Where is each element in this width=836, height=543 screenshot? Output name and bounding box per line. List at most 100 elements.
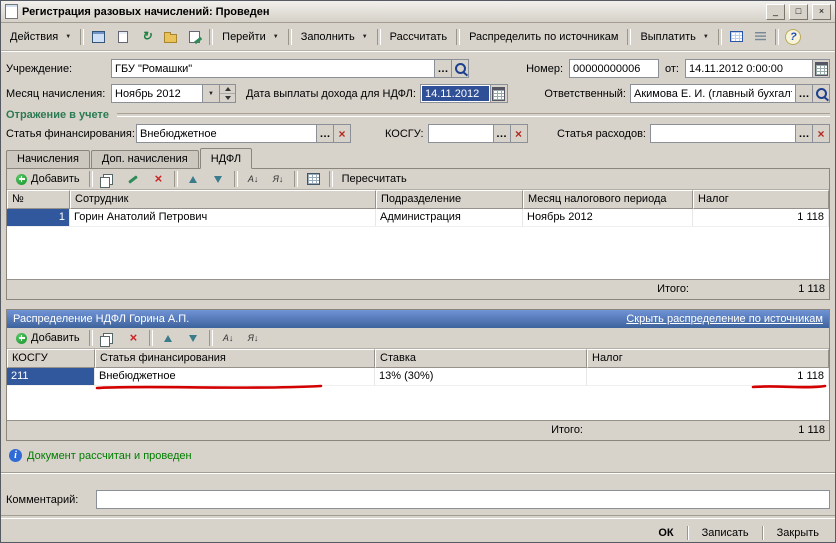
- actions-menu-button[interactable]: Действия: [4, 28, 77, 46]
- cell-department[interactable]: Администрация: [376, 209, 523, 227]
- close-button[interactable]: ×: [812, 3, 831, 20]
- payment-table-button[interactable]: [725, 27, 748, 47]
- cell-row-number[interactable]: 1: [7, 209, 70, 227]
- pay-label: Выплатить: [640, 30, 696, 43]
- dist-sort-asc-button[interactable]: [217, 328, 240, 348]
- expense-input[interactable]: [651, 125, 795, 142]
- ndfl-date-calendar-button[interactable]: [489, 85, 507, 102]
- move-up-button[interactable]: [182, 169, 205, 189]
- dist-sort-desc-button[interactable]: [242, 328, 265, 348]
- financing-select-button[interactable]: [316, 125, 333, 142]
- edit-row-button[interactable]: [122, 169, 145, 189]
- open-form-button[interactable]: [87, 27, 110, 47]
- copy-row-button[interactable]: [97, 169, 120, 189]
- separator: [208, 330, 213, 346]
- cell-employee[interactable]: Горин Анатолий Петрович: [70, 209, 376, 227]
- cell-tax[interactable]: 1 118: [693, 209, 829, 227]
- kosgu-select-button[interactable]: [492, 125, 510, 142]
- institution-select-button[interactable]: [434, 60, 451, 77]
- number-input[interactable]: [570, 60, 659, 77]
- help-button[interactable]: [782, 27, 805, 47]
- institution-label: Учреждение:: [6, 62, 73, 75]
- cell-period[interactable]: Ноябрь 2012: [523, 209, 693, 227]
- ok-button[interactable]: ОК: [648, 524, 683, 542]
- separator: [173, 171, 178, 187]
- distribution-header: Распределение НДФЛ Горина А.П. Скрыть ра…: [7, 310, 829, 328]
- cell-kosgu[interactable]: 211: [7, 368, 95, 386]
- empty-rows-area: [7, 227, 829, 279]
- separator: [287, 28, 292, 45]
- kosgu-input[interactable]: [428, 125, 493, 142]
- date-input[interactable]: [686, 60, 812, 77]
- month-spinner[interactable]: [219, 85, 235, 102]
- sort-asc-button[interactable]: [242, 169, 265, 189]
- dist-copy-row-button[interactable]: [97, 328, 120, 348]
- responsible-select-button[interactable]: [795, 85, 812, 102]
- responsible-field[interactable]: [630, 84, 830, 103]
- structure-button[interactable]: [159, 27, 182, 47]
- expense-select-button[interactable]: [795, 125, 812, 142]
- comment-input[interactable]: [97, 491, 829, 508]
- expense-clear-button[interactable]: [812, 125, 829, 142]
- date-field[interactable]: [685, 59, 830, 78]
- financing-clear-button[interactable]: [333, 125, 350, 142]
- move-down-icon: [214, 175, 223, 183]
- distribute-button[interactable]: Распределить по источникам: [463, 28, 624, 46]
- add-row-button[interactable]: Добавить: [11, 171, 85, 187]
- sort-desc-button[interactable]: [267, 169, 290, 189]
- hide-distribution-link[interactable]: Скрыть распределение по источникам: [626, 313, 823, 325]
- dist-total-value: 1 118: [798, 424, 825, 436]
- separator: [293, 171, 298, 187]
- institution-field[interactable]: [111, 59, 469, 78]
- number-field[interactable]: [569, 59, 660, 78]
- check-list-button[interactable]: [749, 27, 772, 47]
- recalculate-button[interactable]: Пересчитать: [337, 171, 412, 187]
- copy-icon: [100, 173, 114, 188]
- responsible-input[interactable]: [631, 85, 795, 102]
- cell-tax[interactable]: 1 118: [587, 368, 829, 386]
- fill-menu-button[interactable]: Заполнить: [295, 28, 374, 46]
- kosgu-clear-button[interactable]: [509, 125, 527, 142]
- edit-document-button[interactable]: [183, 27, 206, 47]
- tab-accruals[interactable]: Начисления: [6, 150, 90, 169]
- ndfl-date-selected-text[interactable]: 14.11.2012: [421, 86, 489, 101]
- spin-down-button[interactable]: [220, 93, 235, 102]
- dist-add-row-button[interactable]: Добавить: [11, 330, 85, 346]
- date-calendar-button[interactable]: [812, 60, 829, 77]
- month-input[interactable]: [112, 85, 202, 102]
- pay-menu-button[interactable]: Выплатить: [634, 28, 714, 46]
- table-settings-button[interactable]: [302, 169, 325, 189]
- minimize-button[interactable]: _: [766, 3, 785, 20]
- institution-search-button[interactable]: [451, 60, 468, 77]
- dist-delete-row-button[interactable]: [122, 328, 145, 348]
- dist-move-up-button[interactable]: [157, 328, 180, 348]
- expense-field[interactable]: [650, 124, 830, 143]
- move-down-button[interactable]: [207, 169, 230, 189]
- institution-input[interactable]: [112, 60, 434, 77]
- total-value: 1 118: [798, 283, 825, 295]
- month-field[interactable]: [111, 84, 236, 103]
- cell-rate[interactable]: 13% (30%): [375, 368, 587, 386]
- responsible-search-button[interactable]: [812, 85, 829, 102]
- financing-input[interactable]: [137, 125, 316, 142]
- goto-menu-button[interactable]: Перейти: [216, 28, 285, 46]
- financing-field[interactable]: [136, 124, 351, 143]
- calculate-button[interactable]: Рассчитать: [384, 28, 453, 46]
- comment-field[interactable]: [96, 490, 830, 509]
- spin-up-button[interactable]: [220, 85, 235, 93]
- delete-row-button[interactable]: [147, 169, 170, 189]
- new-document-button[interactable]: [111, 27, 134, 47]
- cell-financing[interactable]: Внебюджетное: [95, 368, 375, 386]
- kosgu-field[interactable]: [427, 124, 528, 143]
- dist-move-down-button[interactable]: [182, 328, 205, 348]
- maximize-button[interactable]: □: [789, 3, 808, 20]
- tab-ndfl[interactable]: НДФЛ: [199, 148, 253, 169]
- tab-additional-accruals[interactable]: Доп. начисления: [90, 150, 199, 169]
- month-dropdown-button[interactable]: [202, 85, 219, 102]
- close-window-button[interactable]: Закрыть: [767, 524, 829, 542]
- empty-rows-area: [7, 386, 829, 420]
- save-button[interactable]: Записать: [692, 524, 759, 542]
- ndfl-date-field[interactable]: 14.11.2012: [419, 84, 508, 103]
- add-label: Добавить: [31, 173, 80, 185]
- refresh-button[interactable]: [135, 27, 158, 47]
